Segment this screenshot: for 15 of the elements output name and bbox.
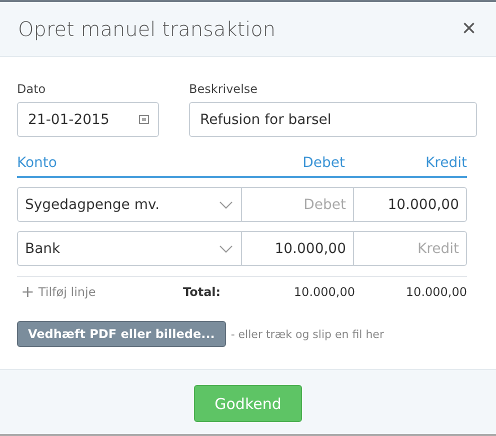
field-label: Dato [17, 82, 47, 96]
close-button[interactable]: × [460, 17, 478, 41]
drop-hint: - eller træk og slip en fil her [230, 328, 384, 340]
calendar-icon[interactable] [139, 115, 149, 124]
date-field[interactable]: 21-01-2015 [17, 102, 159, 137]
column-header: Kredit [424, 155, 467, 171]
total-label: Total: [183, 284, 222, 298]
total-value: 10.000,00 [404, 284, 467, 298]
total-value: 10.000,00 [292, 284, 355, 298]
description-field[interactable]: Refusion for barsel [189, 102, 477, 137]
dialog-title: Opret manuel transaktion [18, 17, 276, 41]
column-header: Debet [302, 155, 346, 171]
column-header: Konto [17, 155, 58, 171]
add-line-button[interactable]: + Tilføj linje [17, 282, 183, 301]
field-label: Beskrivelse [189, 82, 259, 96]
